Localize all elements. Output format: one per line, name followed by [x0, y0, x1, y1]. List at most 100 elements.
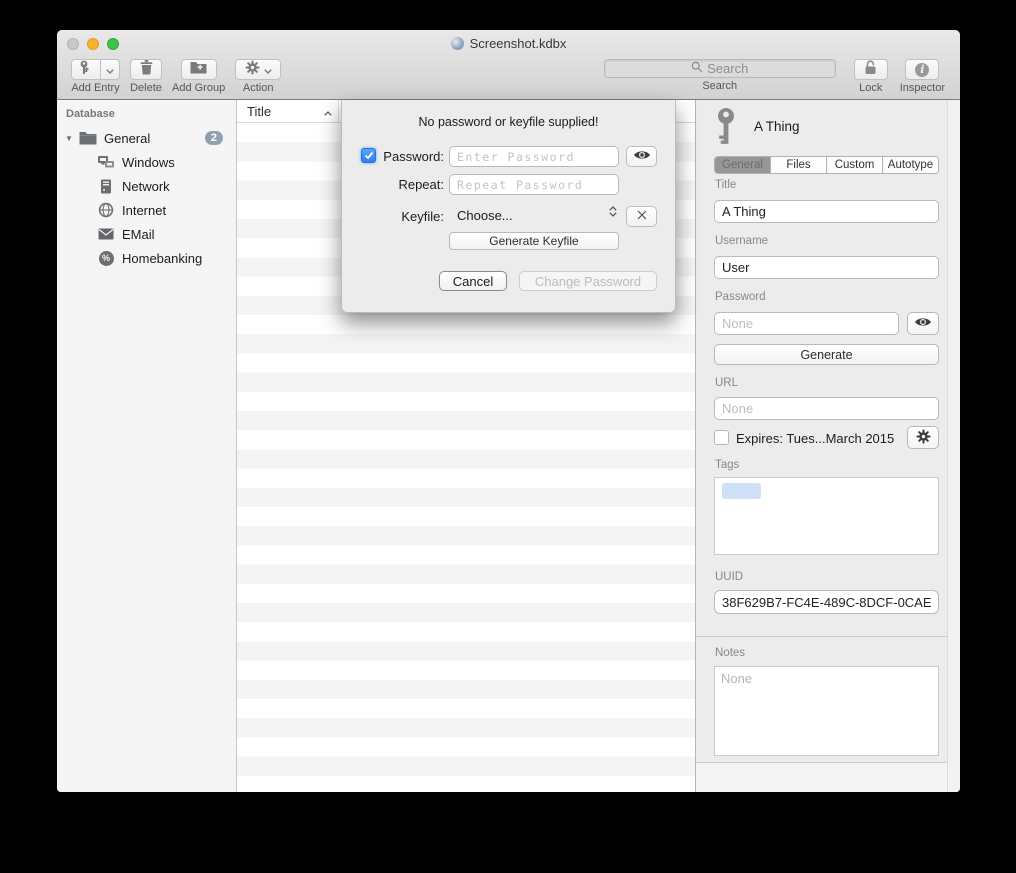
info-icon: i: [915, 63, 929, 77]
inspector-tabs: General Files Custom Autotype: [714, 156, 939, 174]
entry-title: A Thing: [754, 119, 800, 134]
expires-label: Expires: Tues...March 2015: [736, 431, 894, 446]
folder-plus-icon: [190, 61, 207, 79]
sidebar-item-label: Homebanking: [122, 251, 202, 266]
expires-settings-button[interactable]: [907, 426, 939, 449]
uuid-field-label: UUID: [715, 571, 743, 583]
chevron-down-icon: [106, 61, 114, 79]
expires-checkbox[interactable]: [714, 430, 729, 445]
action-button[interactable]: [235, 59, 281, 80]
gear-icon: [245, 60, 260, 80]
sidebar-item-label: Internet: [122, 203, 166, 218]
sidebar-item-label: Windows: [122, 155, 175, 170]
toolbar: Add Entry Delete Add Group: [57, 57, 960, 99]
delete-item: Delete: [130, 59, 162, 94]
sidebar-section-header: Database: [66, 108, 115, 120]
toolbar-right: Search Search Lock i Ins: [604, 59, 951, 94]
tag-pill[interactable]: [722, 483, 761, 499]
dialog-keyfile-label: Keyfile:: [378, 209, 444, 224]
window-header: Screenshot.kdbx Add Ent: [57, 30, 960, 100]
column-title-label: Title: [247, 104, 271, 119]
title-field-label: Title: [715, 179, 736, 191]
generate-keyfile-button[interactable]: Generate Keyfile: [449, 232, 619, 250]
action-item: Action: [235, 59, 281, 94]
inspector-panel: A Thing General Files Custom Autotype Ti…: [695, 100, 960, 792]
dialog-show-password-button[interactable]: [626, 146, 657, 167]
notes-field[interactable]: [714, 666, 939, 756]
lock-item: Lock: [854, 59, 888, 94]
sidebar-item-label: EMail: [122, 227, 155, 242]
add-group-button[interactable]: [181, 59, 217, 80]
chevron-down-icon: [264, 61, 272, 79]
cancel-button[interactable]: Cancel: [439, 271, 507, 291]
delete-label: Delete: [130, 82, 162, 94]
search-input[interactable]: Search: [604, 59, 836, 78]
title-field[interactable]: [714, 200, 939, 223]
password-field[interactable]: [714, 312, 899, 335]
dialog-password-input[interactable]: [449, 146, 619, 167]
username-field[interactable]: [714, 256, 939, 279]
eye-icon: [633, 149, 651, 164]
windows-icon: [97, 155, 115, 169]
sidebar-item-email[interactable]: EMail: [57, 222, 236, 246]
sort-ascending-icon: [324, 104, 332, 119]
sidebar-item-windows[interactable]: Windows: [57, 150, 236, 174]
add-group-label: Add Group: [172, 82, 225, 94]
username-field-label: Username: [715, 235, 768, 247]
notes-field-label: Notes: [715, 647, 745, 659]
sidebar-item-homebanking[interactable]: % Homebanking: [57, 246, 236, 270]
sidebar-item-network[interactable]: Network: [57, 174, 236, 198]
delete-button[interactable]: [130, 59, 162, 80]
dialog-repeat-label: Repeat:: [378, 177, 444, 192]
inspector-footer: [696, 763, 947, 792]
eye-icon: [914, 316, 932, 331]
inspector-scrollbar[interactable]: [947, 100, 960, 792]
lock-label: Lock: [859, 82, 882, 94]
stepper-icon[interactable]: [609, 206, 617, 217]
window-title: Screenshot.kdbx: [470, 36, 567, 51]
tab-custom[interactable]: Custom: [827, 157, 883, 173]
globe-icon: [97, 202, 115, 218]
dialog-message: No password or keyfile supplied!: [342, 115, 675, 129]
clear-keyfile-button[interactable]: [626, 206, 657, 227]
tab-autotype[interactable]: Autotype: [883, 157, 938, 173]
uuid-field[interactable]: [714, 590, 939, 614]
search-item: Search Search: [604, 59, 836, 92]
url-field-label: URL: [715, 377, 738, 389]
window-title-area: Screenshot.kdbx: [57, 30, 960, 57]
dialog-password-label: Password:: [378, 149, 444, 164]
sidebar-item-label: Network: [122, 179, 170, 194]
generate-password-button[interactable]: Generate: [714, 344, 939, 365]
lock-button[interactable]: [854, 59, 888, 80]
search-label: Search: [702, 80, 737, 92]
change-password-button[interactable]: Change Password: [519, 271, 657, 291]
tab-general[interactable]: General: [715, 157, 771, 173]
show-password-button[interactable]: [907, 312, 939, 335]
close-icon: [636, 209, 648, 224]
column-header-title[interactable]: Title: [237, 100, 338, 122]
document-icon: [451, 37, 464, 50]
keyfile-popup[interactable]: Choose...: [457, 208, 513, 223]
entry-count-badge: 2: [205, 131, 223, 145]
tags-field-label: Tags: [715, 459, 739, 471]
notes-divider: [696, 636, 947, 637]
sidebar-item-general[interactable]: ▼ General 2: [57, 126, 236, 150]
tab-files[interactable]: Files: [771, 157, 827, 173]
gear-icon: [916, 429, 931, 447]
add-entry-dropdown-button[interactable]: [100, 59, 120, 80]
tags-field[interactable]: [714, 477, 939, 555]
search-placeholder: Search: [707, 61, 748, 76]
change-password-dialog: No password or keyfile supplied! Passwor…: [341, 100, 676, 313]
inspector-button[interactable]: i: [905, 59, 939, 80]
disclosure-triangle-icon[interactable]: ▼: [65, 134, 79, 143]
envelope-icon: [97, 228, 115, 240]
password-checkbox[interactable]: [361, 148, 376, 163]
dialog-repeat-input[interactable]: [449, 174, 619, 195]
url-field[interactable]: [714, 397, 939, 420]
lock-open-icon: [864, 60, 877, 80]
percent-icon: %: [97, 251, 115, 266]
titlebar[interactable]: Screenshot.kdbx: [57, 30, 960, 57]
server-icon: [97, 179, 115, 194]
sidebar-item-internet[interactable]: Internet: [57, 198, 236, 222]
add-entry-button[interactable]: [71, 59, 100, 80]
